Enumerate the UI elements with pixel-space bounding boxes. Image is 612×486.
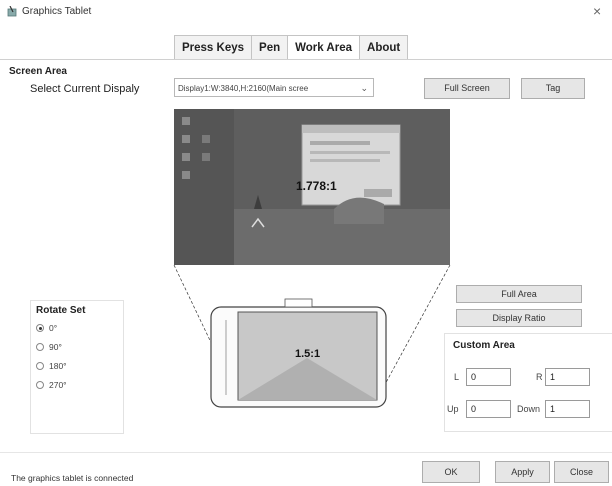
radio-icon xyxy=(36,362,44,370)
footer-divider xyxy=(0,452,612,453)
tablet-ratio-label: 1.5:1 xyxy=(295,348,321,360)
rotate-option-180[interactable]: 180° xyxy=(36,361,67,371)
radio-icon xyxy=(36,343,44,351)
close-button[interactable]: Close xyxy=(554,461,609,483)
ok-button[interactable]: OK xyxy=(422,461,480,483)
radio-selected-icon xyxy=(36,324,44,332)
r-field[interactable]: 1 xyxy=(545,368,590,386)
apply-button[interactable]: Apply xyxy=(495,461,550,483)
up-field[interactable]: 0 xyxy=(466,400,511,418)
full-area-button[interactable]: Full Area xyxy=(456,285,582,303)
l-field[interactable]: 0 xyxy=(466,368,511,386)
radio-icon xyxy=(36,381,44,389)
rotate-option-270[interactable]: 270° xyxy=(36,380,67,390)
down-field[interactable]: 1 xyxy=(545,400,590,418)
rotate-option-label: 270° xyxy=(49,380,67,390)
rotate-option-label: 180° xyxy=(49,361,67,371)
l-label: L xyxy=(454,372,460,382)
display-ratio-button[interactable]: Display Ratio xyxy=(456,309,582,327)
rotate-set-heading: Rotate Set xyxy=(36,305,86,316)
down-label: Down xyxy=(517,404,541,414)
rotate-option-90[interactable]: 90° xyxy=(36,342,62,352)
custom-area-heading: Custom Area xyxy=(453,340,515,351)
up-label: Up xyxy=(447,404,459,414)
r-label: R xyxy=(536,372,543,382)
rotate-option-label: 90° xyxy=(49,342,62,352)
rotate-option-label: 0° xyxy=(49,323,58,333)
connection-status: The graphics tablet is connected xyxy=(11,473,134,483)
rotate-option-0[interactable]: 0° xyxy=(36,323,57,333)
